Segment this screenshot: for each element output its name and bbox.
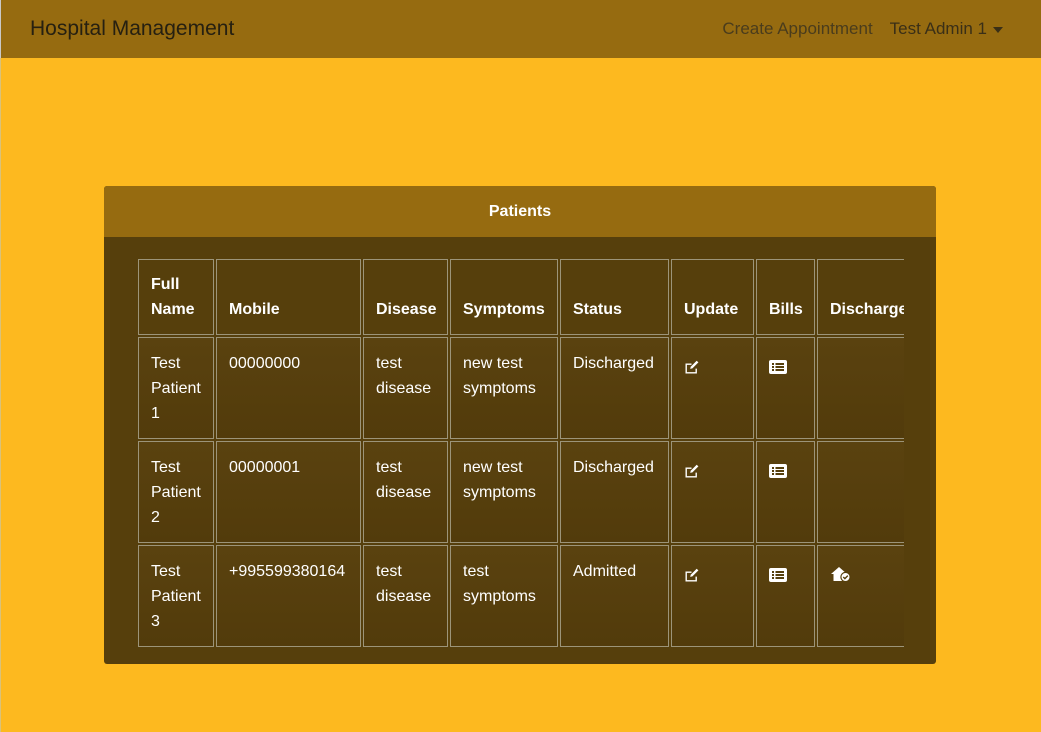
edit-icon[interactable] (684, 565, 700, 590)
patients-table: Full Name Mobile Disease Symptoms Status… (138, 259, 904, 649)
header-bills: Bills (756, 259, 815, 335)
cell-full-name: Test Patient 1 (138, 337, 214, 439)
cell-update (671, 337, 754, 439)
table-row: Test Patient 2 00000001 test disease new… (138, 441, 904, 543)
navbar-brand[interactable]: Hospital Management (30, 17, 234, 41)
table-body: Test Patient 1 00000000 test disease new… (138, 337, 904, 647)
navbar: Hospital Management Create Appointment T… (0, 0, 1041, 58)
cell-full-name: Test Patient 3 (138, 545, 214, 647)
cell-update (671, 441, 754, 543)
cell-status: Discharged (560, 441, 669, 543)
cell-disease: test disease (363, 337, 448, 439)
cell-disease: test disease (363, 545, 448, 647)
edit-icon[interactable] (684, 357, 700, 382)
patients-table-wrapper[interactable]: Full Name Mobile Disease Symptoms Status… (138, 259, 904, 649)
list-icon[interactable] (769, 461, 787, 486)
cell-bills (756, 545, 815, 647)
cell-discharge (817, 337, 904, 439)
cell-discharge (817, 545, 904, 647)
cell-mobile: 00000000 (216, 337, 361, 439)
list-icon[interactable] (769, 565, 787, 590)
cell-mobile: 00000001 (216, 441, 361, 543)
edit-icon[interactable] (684, 461, 700, 486)
page-edge (0, 58, 1, 732)
header-full-name: Full Name (138, 259, 214, 335)
cell-mobile: +995599380164 (216, 545, 361, 647)
patients-card: Patients Full Name Mobile Disease Sympto… (104, 186, 936, 664)
user-menu-dropdown[interactable]: Test Admin 1 (890, 19, 1003, 39)
header-status: Status (560, 259, 669, 335)
list-icon[interactable] (769, 357, 787, 382)
cell-symptoms: test symptoms (450, 545, 558, 647)
header-disease: Disease (363, 259, 448, 335)
header-mobile: Mobile (216, 259, 361, 335)
user-menu-label: Test Admin 1 (889, 19, 987, 38)
table-row: Test Patient 1 00000000 test disease new… (138, 337, 904, 439)
cell-bills (756, 337, 815, 439)
cell-discharge (817, 441, 904, 543)
table-row: Test Patient 3 +995599380164 test diseas… (138, 545, 904, 647)
header-update: Update (671, 259, 754, 335)
cell-status: Admitted (560, 545, 669, 647)
house-check-icon[interactable] (830, 565, 852, 590)
cell-bills (756, 441, 815, 543)
navbar-links: Create Appointment Test Admin 1 (722, 19, 1003, 39)
cell-disease: test disease (363, 441, 448, 543)
header-symptoms: Symptoms (450, 259, 558, 335)
create-appointment-link[interactable]: Create Appointment (722, 19, 872, 39)
cell-update (671, 545, 754, 647)
card-title: Patients (104, 186, 936, 237)
cell-symptoms: new test symptoms (450, 441, 558, 543)
caret-down-icon (993, 26, 1003, 33)
header-discharge: Discharge (817, 259, 904, 335)
table-head: Full Name Mobile Disease Symptoms Status… (138, 259, 904, 335)
cell-status: Discharged (560, 337, 669, 439)
cell-full-name: Test Patient 2 (138, 441, 214, 543)
cell-symptoms: new test symptoms (450, 337, 558, 439)
table-header-row: Full Name Mobile Disease Symptoms Status… (138, 259, 904, 335)
